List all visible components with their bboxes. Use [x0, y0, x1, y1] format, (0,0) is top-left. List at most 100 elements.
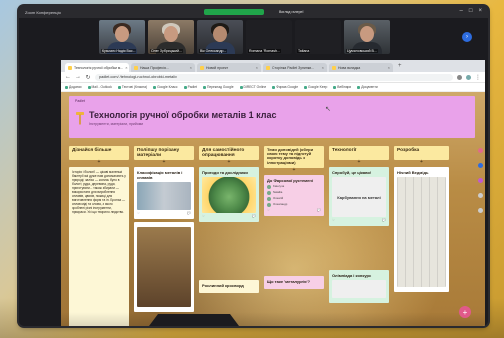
close-tab-icon[interactable]: ×: [190, 65, 192, 70]
board-title: Технологія ручної обробки металів 1 клас: [89, 110, 277, 120]
address-bar[interactable]: padlet.com/ /tehnologi-ruchnoi-obrobki-m…: [95, 73, 453, 81]
bookmark-item[interactable]: Google Keep: [304, 85, 327, 89]
add-post-button[interactable]: +: [459, 306, 471, 318]
hammer-icon: [76, 112, 84, 125]
participant-tile[interactable]: Вік Олександр...: [197, 20, 243, 54]
maximize-icon[interactable]: □: [469, 8, 473, 14]
tab-favicon-icon: [266, 65, 270, 70]
post-card[interactable]: Історія і біології — цікаві маленькі бак…: [69, 167, 129, 326]
minimize-icon[interactable]: –: [460, 8, 463, 14]
board-column: Для самостійного опрацювання + Пригоди т…: [199, 146, 259, 326]
share-icon[interactable]: [477, 163, 483, 168]
post-card[interactable]: Олімпіада і конкурс: [329, 269, 389, 303]
menu-icon[interactable]: ⋮: [475, 74, 481, 81]
post-card[interactable]: Класифікація металів і сплавів ♡ 💬: [134, 167, 194, 219]
post-image: Карбування на металі: [332, 177, 386, 217]
close-tab-icon[interactable]: ×: [256, 65, 258, 70]
close-tab-icon[interactable]: ×: [322, 65, 324, 70]
back-icon[interactable]: ←: [65, 74, 71, 80]
bookmark-item[interactable]: Форма Google: [272, 85, 298, 89]
like-icon[interactable]: ♡: [202, 214, 205, 219]
close-tab-icon[interactable]: ×: [388, 65, 390, 70]
remake-icon[interactable]: [477, 178, 483, 183]
comment-author: Олександр: [273, 202, 288, 207]
browser-tab[interactable]: Новий проект ×: [197, 63, 261, 72]
view-toggle-button[interactable]: Вигляд галереї: [279, 9, 325, 15]
like-icon[interactable]: [477, 148, 483, 153]
participant-tile[interactable]: Romana 'Romash...: [246, 20, 292, 54]
more-icon[interactable]: [477, 208, 483, 213]
participant-tile[interactable]: Цумиловський В...: [344, 20, 390, 54]
bookmark-label: Переклад Google: [206, 85, 234, 89]
bookmark-item[interactable]: Mail - Outlook: [87, 85, 112, 89]
post-card[interactable]: Пригоди та дослідники ♡ 💬: [199, 167, 259, 222]
bookmark-item[interactable]: Документи: [357, 85, 378, 89]
bookmark-item[interactable]: Вебінари: [333, 85, 351, 89]
bookmark-item[interactable]: DIRECT Online: [239, 85, 266, 89]
forward-icon[interactable]: →: [75, 74, 81, 80]
tab-label: Новий проект: [206, 65, 229, 70]
add-post-icon[interactable]: +: [264, 167, 324, 173]
browser-tabstrip: Технологія ручної обробки м... × Наша Пр…: [61, 60, 485, 72]
post-meta: ♡ 💬: [137, 211, 191, 216]
close-icon[interactable]: ×: [478, 8, 482, 14]
comment-icon[interactable]: 💬: [317, 208, 321, 213]
bookmark-icon: [65, 85, 68, 89]
post-title: Класифікація металів і сплавів: [137, 170, 183, 180]
window-controls: – □ ×: [460, 8, 482, 14]
post-card[interactable]: [134, 221, 194, 312]
browser-tab[interactable]: Технологія ручної обробки м... ×: [65, 63, 129, 72]
comment-icon[interactable]: 💬: [187, 211, 191, 216]
comment-row: Олексій: [267, 196, 321, 201]
close-tab-icon[interactable]: ×: [125, 65, 127, 70]
mouse-cursor-icon: ↖: [325, 106, 331, 113]
comment-icon[interactable]: 💬: [252, 214, 256, 219]
bookmark-label: Google Класс: [157, 85, 178, 89]
bookmark-icon: [183, 85, 187, 89]
post-card[interactable]: Рослинний кросворд: [199, 279, 259, 293]
post-card[interactable]: Що таке 'металургія'?: [264, 275, 324, 289]
participant-tile[interactable]: Олег Зубрицький...: [148, 20, 194, 54]
add-post-icon[interactable]: +: [329, 159, 389, 165]
comment-row: Kateryna: [267, 184, 321, 189]
next-participants-icon[interactable]: ›: [462, 32, 472, 42]
post-card[interactable]: Спробуй, це цікаво! Карбування на металі…: [329, 167, 389, 226]
browser-tab[interactable]: Нова вкладка ×: [329, 63, 393, 72]
participant-tile[interactable]: Tatiana: [295, 20, 341, 54]
participant-name: Олег Зубрицький...: [150, 49, 183, 53]
bookmark-item[interactable]: Переклад Google: [202, 85, 234, 89]
new-tab-icon[interactable]: +: [395, 63, 405, 69]
comment-icon[interactable]: 💬: [382, 218, 386, 223]
like-icon[interactable]: ♡: [267, 208, 270, 213]
screen-share-banner[interactable]: [204, 9, 264, 15]
bookmark-item[interactable]: Тестові (Класна): [117, 85, 147, 89]
browser-tab[interactable]: Наша Професія... ×: [131, 63, 195, 72]
bookmark-item[interactable]: Додатки: [65, 85, 82, 89]
browser-tab[interactable]: Сторінка Padlet Зупинки... ×: [263, 63, 327, 72]
bookmark-item[interactable]: Padlet: [183, 85, 197, 89]
bookmark-label: Вебінари: [337, 85, 352, 89]
extension-icon[interactable]: [457, 74, 462, 80]
tab-favicon-icon: [134, 65, 138, 70]
bookmark-item[interactable]: Google Класс: [153, 85, 178, 89]
board-author: Padlet: [75, 99, 85, 103]
add-post-icon[interactable]: +: [394, 159, 449, 165]
board-column: Технології + Спробуй, це цікаво! Карбува…: [329, 146, 389, 326]
add-post-icon[interactable]: +: [199, 159, 259, 165]
column-header: Для самостійного опрацювання: [199, 146, 259, 160]
profile-avatar-icon[interactable]: [466, 74, 471, 80]
post-image: [137, 226, 191, 307]
post-card[interactable]: До Фарсової рустемені Kateryna Nataliia …: [264, 175, 324, 216]
post-meta: ♡ 💬: [202, 214, 256, 219]
post-card[interactable]: Нічний Ведмідь: [394, 167, 449, 292]
post-text: Історія і біології — цікаві маленькі бак…: [72, 170, 126, 214]
settings-icon[interactable]: [477, 193, 483, 198]
add-post-icon[interactable]: +: [69, 159, 129, 165]
reload-icon[interactable]: ↻: [85, 74, 91, 81]
participant-tile[interactable]: Кузьмич Надія Вас...: [99, 20, 145, 54]
like-icon[interactable]: ♡: [137, 211, 140, 216]
add-post-icon[interactable]: +: [134, 159, 194, 165]
like-icon[interactable]: ♡: [332, 218, 335, 223]
participant-face: [164, 26, 178, 42]
column-header: Розробка: [394, 146, 449, 160]
